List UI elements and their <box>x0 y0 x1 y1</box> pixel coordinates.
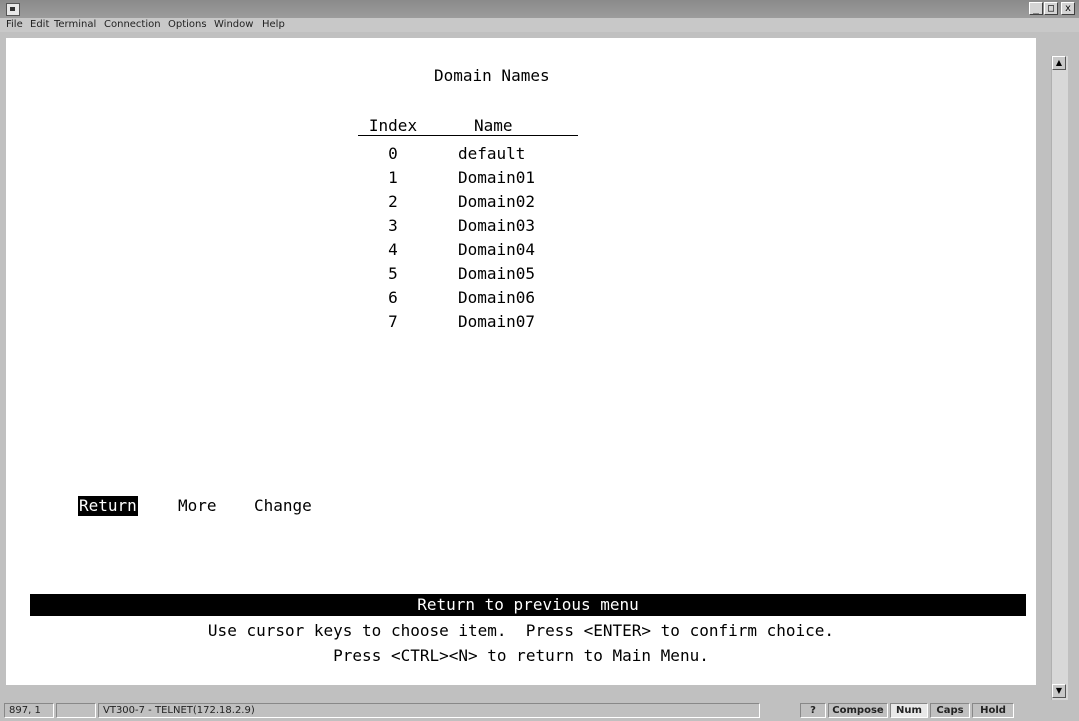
maximize-button[interactable]: □ <box>1044 2 1058 15</box>
table-row[interactable]: 2 Domain02 <box>6 190 1036 214</box>
row-name: Domain05 <box>458 264 536 283</box>
terminal-window: _ □ x File Edit Terminal Connection Opti… <box>0 0 1079 721</box>
help-line-1: Use cursor keys to choose item. Press <E… <box>207 621 835 640</box>
menu-file[interactable]: File <box>6 19 23 31</box>
table-row[interactable]: 1 Domain01 <box>6 166 1036 190</box>
row-index: 5 <box>388 264 398 283</box>
row-name: Domain07 <box>458 312 536 331</box>
table-row[interactable]: 5 Domain05 <box>6 262 1036 286</box>
row-name: Domain03 <box>458 216 536 235</box>
num-lock-indicator: Num <box>890 703 928 718</box>
menu-options[interactable]: Options <box>168 19 207 31</box>
terminal-app-icon[interactable] <box>6 3 20 16</box>
return-action[interactable]: Return <box>78 496 138 516</box>
row-name: Domain01 <box>458 168 536 187</box>
header-underline <box>358 135 578 136</box>
menu-terminal[interactable]: Terminal <box>54 19 96 31</box>
compose-indicator: Compose <box>828 703 888 718</box>
session-info: VT300-7 - TELNET(172.18.2.9) <box>98 703 760 718</box>
menu-connection[interactable]: Connection <box>104 19 161 31</box>
row-name: Domain04 <box>458 240 536 259</box>
index-column-header: Index <box>368 116 418 135</box>
terminal-screen[interactable]: Domain Names Index Name 0 default 1 Doma… <box>6 38 1036 685</box>
message-bar: Return to previous menu <box>30 594 1026 616</box>
menu-edit[interactable]: Edit <box>30 19 49 31</box>
row-index: 2 <box>388 192 398 211</box>
cursor-position: 897, 1 <box>4 703 54 718</box>
menu-help[interactable]: Help <box>262 19 285 31</box>
scroll-down-arrow-icon[interactable]: ▼ <box>1052 684 1066 698</box>
name-column-header: Name <box>474 116 513 135</box>
row-index: 0 <box>388 144 398 163</box>
row-name: default <box>458 144 526 163</box>
vertical-scrollbar[interactable] <box>1051 56 1068 704</box>
title-bar[interactable]: _ □ x <box>0 0 1079 18</box>
table-row[interactable]: 7 Domain07 <box>6 310 1036 334</box>
close-button[interactable]: x <box>1061 2 1075 15</box>
more-action[interactable]: More <box>178 496 217 516</box>
table-row[interactable]: 0 default <box>6 142 1036 166</box>
status-bar: 897, 1 VT300-7 - TELNET(172.18.2.9) ? Co… <box>0 700 1079 721</box>
table-row[interactable]: 3 Domain03 <box>6 214 1036 238</box>
row-name: Domain06 <box>458 288 536 307</box>
screen-title: Domain Names <box>434 66 550 85</box>
row-index: 1 <box>388 168 398 187</box>
row-index: 3 <box>388 216 398 235</box>
scroll-up-arrow-icon[interactable]: ▲ <box>1052 56 1066 70</box>
status-spacer <box>56 703 96 718</box>
help-line-2: Press <CTRL><N> to return to Main Menu. <box>333 646 709 665</box>
caps-lock-indicator: Caps <box>930 703 970 718</box>
hold-indicator: Hold <box>972 703 1014 718</box>
menu-window[interactable]: Window <box>214 19 253 31</box>
row-name: Domain02 <box>458 192 536 211</box>
table-row[interactable]: 4 Domain04 <box>6 238 1036 262</box>
change-action[interactable]: Change <box>254 496 312 516</box>
help-indicator[interactable]: ? <box>800 703 826 718</box>
row-index: 6 <box>388 288 398 307</box>
row-index: 4 <box>388 240 398 259</box>
menu-bar: File Edit Terminal Connection Options Wi… <box>0 18 1079 32</box>
table-row[interactable]: 6 Domain06 <box>6 286 1036 310</box>
minimize-button[interactable]: _ <box>1029 2 1043 15</box>
row-index: 7 <box>388 312 398 331</box>
